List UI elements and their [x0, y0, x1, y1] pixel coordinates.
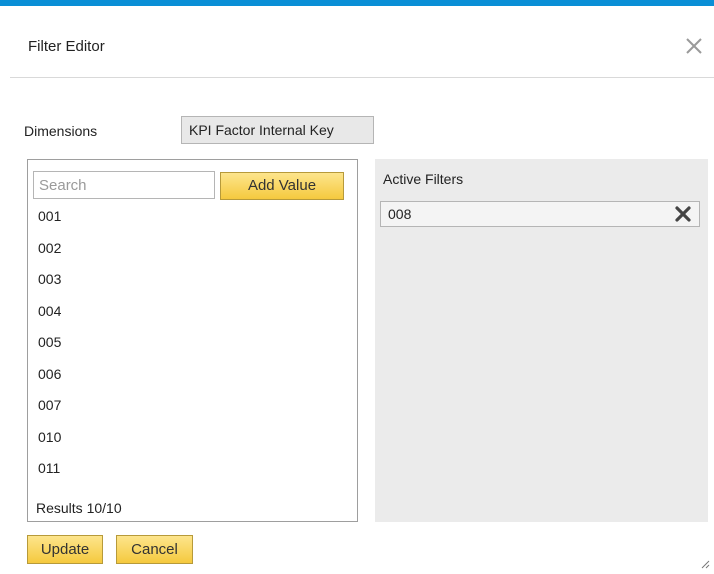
active-filter-chip: 008	[380, 201, 700, 227]
value-list: 001 002 003 004 005 006 007 010 011	[38, 201, 61, 485]
list-item[interactable]: 004	[38, 296, 61, 328]
list-item[interactable]: 005	[38, 327, 61, 359]
dialog-header	[10, 6, 714, 78]
list-item[interactable]: 002	[38, 233, 61, 265]
active-filter-value: 008	[388, 206, 412, 222]
dimension-selector[interactable]: KPI Factor Internal Key	[181, 116, 374, 144]
active-filters-label: Active Filters	[383, 171, 464, 187]
search-input[interactable]	[33, 171, 215, 199]
results-count: Results 10/10	[36, 500, 122, 516]
list-item[interactable]: 010	[38, 422, 61, 454]
dialog-title: Filter Editor	[28, 38, 105, 55]
close-icon[interactable]	[682, 34, 706, 58]
values-panel: Add Value 001 002 003 004 005 006 007 01…	[27, 159, 358, 522]
resize-grip-icon[interactable]	[700, 556, 710, 569]
update-button[interactable]: Update	[27, 535, 103, 564]
list-item[interactable]: 011	[38, 453, 61, 485]
list-item[interactable]: 006	[38, 359, 61, 391]
list-item[interactable]: 007	[38, 390, 61, 422]
list-item[interactable]: 001	[38, 201, 61, 233]
active-filters-panel: Active Filters 008	[375, 159, 708, 522]
cancel-button[interactable]: Cancel	[116, 535, 193, 564]
remove-x-icon[interactable]	[673, 204, 693, 224]
list-item[interactable]: 003	[38, 264, 61, 296]
dimensions-label: Dimensions	[24, 123, 98, 139]
add-value-button[interactable]: Add Value	[220, 172, 344, 200]
